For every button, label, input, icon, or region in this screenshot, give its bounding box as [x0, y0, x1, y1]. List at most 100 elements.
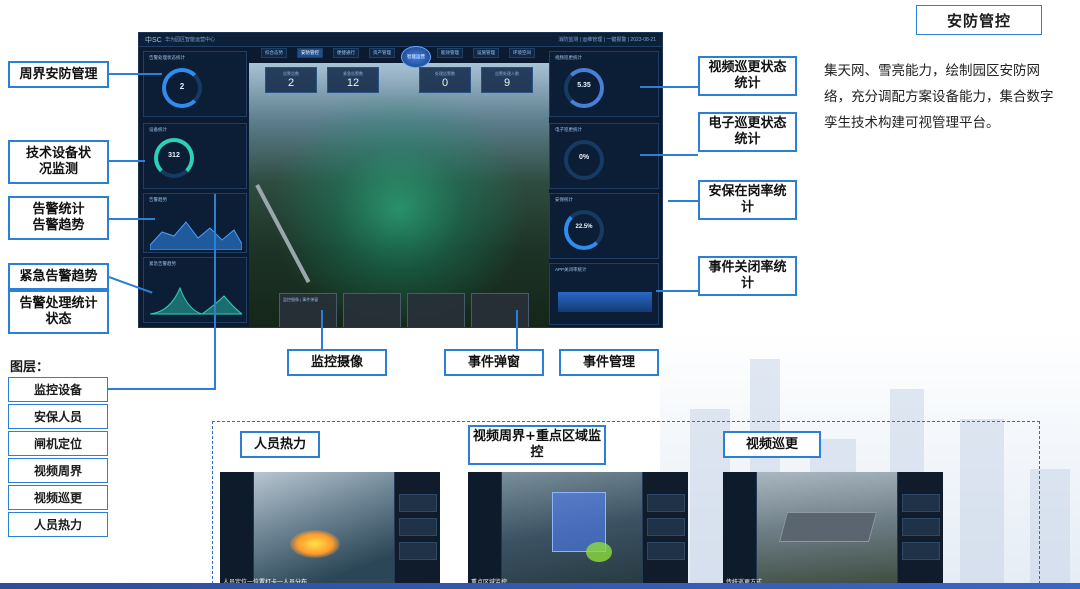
callout-video-patrol-text: 视频巡更状态统计 [708, 60, 787, 91]
park-3d-scene[interactable] [249, 63, 549, 327]
kpi-card: 告警总数 2 [265, 67, 317, 93]
connector-line [516, 310, 518, 349]
thumb-cell [647, 518, 685, 536]
layer-gate-location[interactable]: 闸机定位 [8, 431, 108, 456]
thumb-side-panel [642, 472, 688, 589]
connector-line [640, 86, 698, 88]
popup-title: 监控摄像 | 事件弹窗 [283, 297, 319, 302]
trend-area [150, 286, 242, 315]
panel-value: 5.35 [577, 82, 591, 89]
connector-line [109, 218, 155, 220]
callout-monitor-camera: 监控摄像 [287, 349, 387, 376]
callout-alarm-handling-text: 告警处理统计状态 [19, 296, 98, 327]
thumb-side-panel [897, 472, 943, 589]
callout-e-patrol-text: 电子巡更状态统计 [708, 116, 787, 147]
callout-alarm-handling: 告警处理统计状态 [8, 290, 109, 334]
patrol-building [778, 512, 878, 542]
panel-perimeter: 告警处理状态统计 2 [143, 51, 247, 117]
layer-video-patrol[interactable]: 视频巡更 [8, 485, 108, 510]
thumb-cell [647, 542, 685, 560]
layers-title: 图层： [10, 360, 50, 375]
callout-equipment: 技术设备状况监测 [8, 140, 109, 184]
view-label-patrol: 视频巡更 [723, 431, 821, 458]
kpi-card-value: 2 [287, 77, 295, 89]
panel-event-close: APP关闭率统计 [549, 263, 659, 325]
tab-overview[interactable]: 综合态势 [261, 48, 287, 58]
panel-value: 22.5% [575, 224, 593, 230]
event-mgmt-card[interactable] [471, 293, 529, 327]
dashboard-topbar: 中SC 华为园区智能运营中心 消防监测 | 运维管理 | 一键报警 | 2023… [139, 33, 662, 47]
focus-area [586, 542, 612, 562]
dashboard-logo: 中SC [145, 37, 162, 44]
kpi-card-value: 12 [346, 77, 360, 89]
layer-video-perimeter[interactable]: 视频周界 [8, 458, 108, 483]
layer-people-heatmap[interactable]: 人员热力 [8, 512, 108, 537]
panel-value: 312 [168, 152, 180, 159]
kpi-card: 处理告警数 0 [419, 67, 471, 93]
dashboard-screenshot: 中SC 华为园区智能运营中心 消防监测 | 运维管理 | 一键报警 | 2023… [138, 32, 663, 328]
panel-title: APP关闭率统计 [555, 267, 587, 272]
dashboard-center-button[interactable]: 智能运营 [401, 46, 431, 68]
view-label-perimeter-text: 视频周界+重点区域监控 [473, 429, 601, 460]
layer-security-staff[interactable]: 安保人员 [8, 404, 108, 429]
tab-security[interactable]: 安防管控 [297, 48, 323, 58]
thumb-side-panel [394, 472, 440, 589]
dashboard-app-title: 华为园区智能运营中心 [165, 37, 216, 43]
tab-environment[interactable]: 环境空间 [509, 48, 535, 58]
connector-line [640, 154, 698, 156]
page-title: 安防管控 [916, 5, 1042, 35]
layer-monitor-device[interactable]: 监控设备 [8, 377, 108, 402]
tab-energy[interactable]: 能效管理 [437, 48, 463, 58]
thumbnail-heatmap[interactable]: 人员定位一位置打卡一人员分布 [220, 472, 440, 589]
event-popup-card[interactable] [343, 293, 401, 327]
event-popup-card[interactable] [407, 293, 465, 327]
callout-event-close: 事件关闭率统计 [698, 256, 797, 296]
emergency-trend-chart [150, 286, 242, 315]
heatmap-blob [290, 530, 340, 558]
kpi-card: 紧急告警数 12 [327, 67, 379, 93]
panel-e-patrol: 电子巡更统计 0% [549, 123, 659, 189]
panel-alarm-trend: 告警趋势 [143, 193, 247, 253]
connector-line [668, 200, 698, 202]
panel-title: 安保统计 [555, 197, 573, 202]
thumb-cell [399, 518, 437, 536]
connector-line [656, 290, 698, 292]
kpi-card-value: 0 [441, 77, 449, 89]
panel-title: 视频巡更统计 [555, 55, 582, 60]
panel-video-patrol: 视频巡更统计 5.35 [549, 51, 659, 117]
connector-line [321, 310, 323, 349]
panel-title: 电子巡更统计 [555, 127, 582, 132]
callout-onduty-text: 安保在岗率统计 [708, 184, 787, 215]
callout-equipment-text: 技术设备状况监测 [25, 146, 91, 177]
callout-video-patrol: 视频巡更状态统计 [698, 56, 797, 96]
event-close-bars [558, 292, 652, 312]
thumb-cell [647, 494, 685, 512]
callout-alarm-stats: 告警统计 告警趋势 [8, 196, 109, 240]
thumbnail-patrol[interactable]: 传统巡更方式 [723, 472, 943, 589]
tab-assets[interactable]: 资产管理 [369, 48, 395, 58]
alarm-trend-chart [150, 221, 242, 250]
callout-emergency-trend: 紧急告警趋势 [8, 263, 109, 290]
panel-title: 告警趋势 [149, 197, 167, 202]
monitor-camera-card[interactable]: 监控摄像 | 事件弹窗 [279, 293, 337, 327]
callout-event-mgmt: 事件管理 [559, 349, 659, 376]
callout-perimeter: 周界安防管理 [8, 61, 109, 88]
thumbnail-perimeter[interactable]: 重点区域监控 [468, 472, 688, 589]
bottom-accent-bar [0, 583, 1080, 589]
tab-access[interactable]: 便捷通行 [333, 48, 359, 58]
page-description: 集天网、雪亮能力，绘制园区安防网络，充分调配方案设备能力，集合数字孪生技术构建可… [824, 63, 1054, 131]
thumb-left-panel [468, 472, 502, 589]
tab-facilities[interactable]: 设施管理 [473, 48, 499, 58]
connector-line [109, 73, 162, 75]
panel-title: 设备统计 [149, 127, 167, 132]
callout-e-patrol: 电子巡更状态统计 [698, 112, 797, 152]
thumb-cell [399, 542, 437, 560]
panel-value: 0% [578, 154, 590, 161]
callout-onduty: 安保在岗率统计 [698, 180, 797, 220]
view-label-heatmap: 人员热力 [240, 431, 320, 458]
panel-equipment: 设备统计 312 [143, 123, 247, 189]
thumb-left-panel [723, 472, 757, 589]
callout-event-popup: 事件弹窗 [444, 349, 544, 376]
thumb-cell [902, 542, 940, 560]
kpi-card: 告警处理人数 9 [481, 67, 533, 93]
